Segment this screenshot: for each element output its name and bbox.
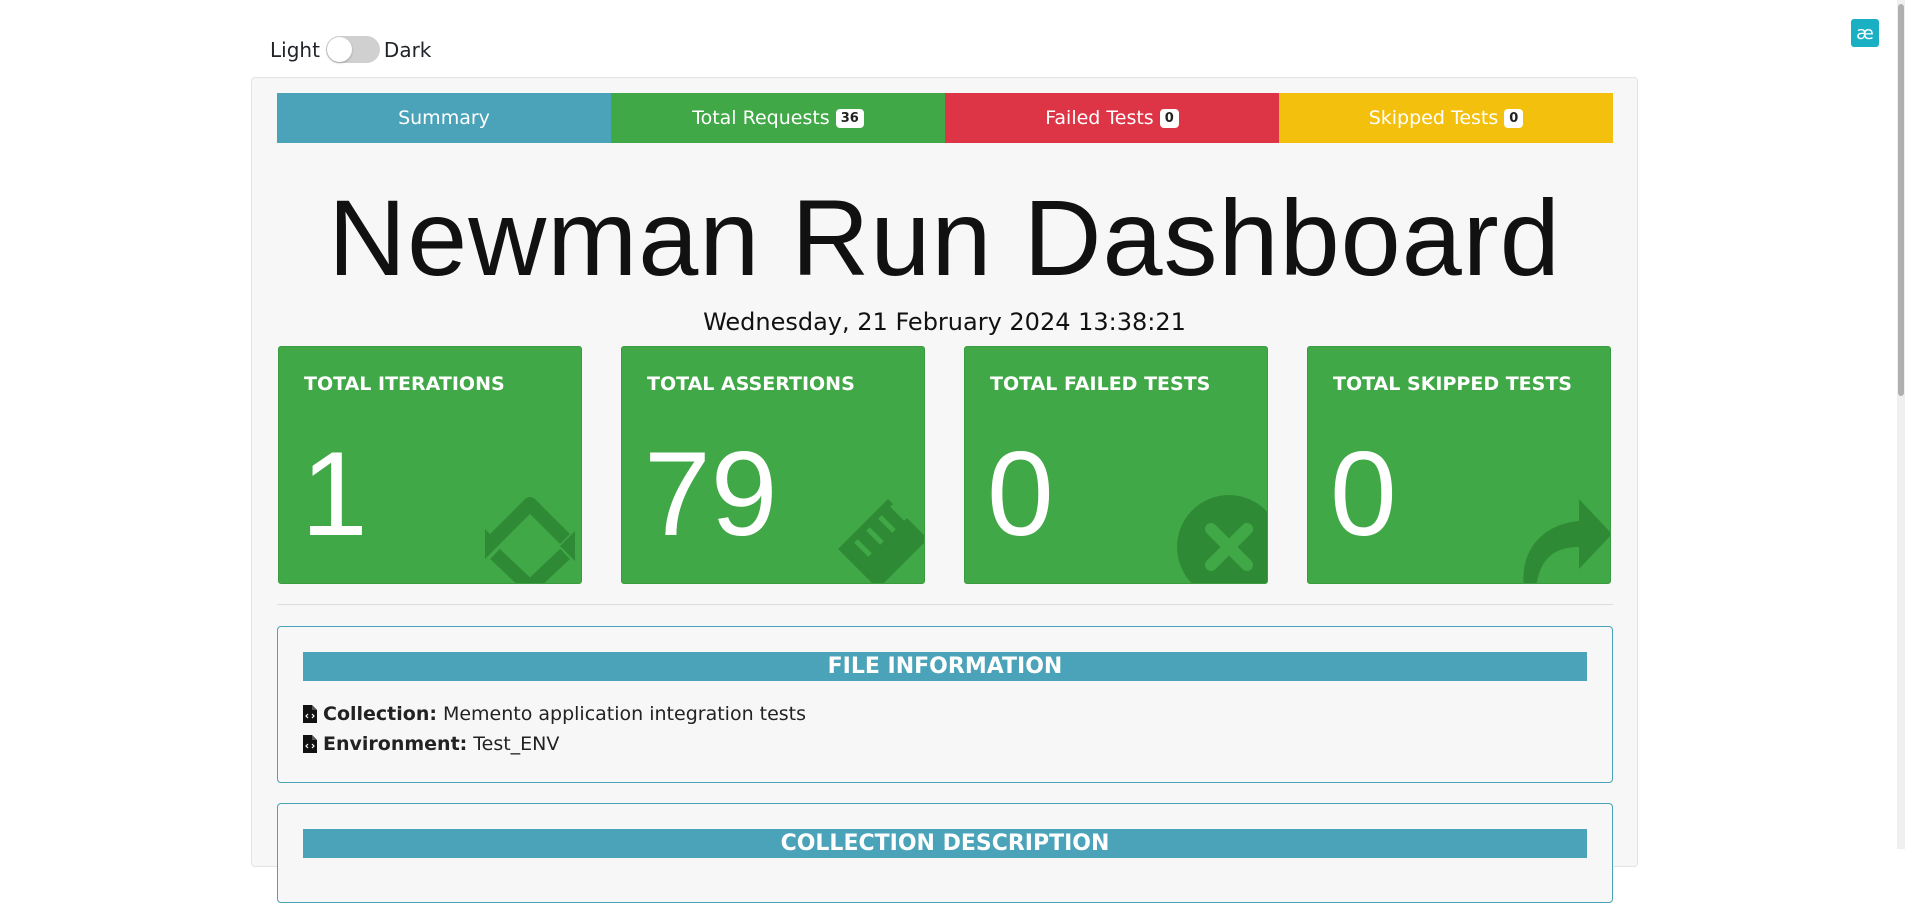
stat-value: 0 <box>987 427 1054 561</box>
tab-skipped-tests-label: Skipped Tests <box>1368 107 1499 129</box>
collection-description-panel: COLLECTION DESCRIPTION <box>277 803 1613 903</box>
refresh-icon <box>485 497 575 583</box>
tab-skipped-tests[interactable]: Skipped Tests 0 <box>1279 93 1613 143</box>
switch-knob <box>326 37 352 62</box>
light-label: Light <box>270 37 320 62</box>
page-title: Newman Run Dashboard <box>328 177 1561 298</box>
total-requests-badge: 36 <box>835 108 864 128</box>
file-code-icon <box>303 735 317 753</box>
nav-tabs: Summary Total Requests 36 Failed Tests 0… <box>277 93 1613 143</box>
failed-tests-badge: 0 <box>1159 108 1179 128</box>
tab-summary-label: Summary <box>398 107 490 129</box>
stat-card-total-skipped-tests: TOTAL SKIPPED TESTS 0 <box>1307 346 1611 584</box>
stat-label: TOTAL FAILED TESTS <box>990 373 1211 395</box>
stat-value: 79 <box>644 427 778 561</box>
scrollbar[interactable] <box>1897 0 1905 849</box>
run-date: Wednesday, 21 February 2024 13:38:21 <box>703 308 1186 336</box>
collection-label: Collection: <box>323 703 437 725</box>
tab-summary[interactable]: Summary <box>277 93 611 143</box>
tab-failed-tests[interactable]: Failed Tests 0 <box>945 93 1279 143</box>
dark-label: Dark <box>383 37 432 62</box>
app-logo-icon[interactable]: æ <box>1851 19 1879 47</box>
dashboard-container: Summary Total Requests 36 Failed Tests 0… <box>251 77 1638 903</box>
stat-card-total-iterations: TOTAL ITERATIONS 1 <box>278 346 582 584</box>
stat-label: TOTAL ASSERTIONS <box>647 373 855 395</box>
tab-total-requests[interactable]: Total Requests 36 <box>611 93 945 143</box>
times-circle-icon <box>1177 495 1267 583</box>
ruler-icon <box>838 499 924 583</box>
stat-value: 1 <box>301 427 368 561</box>
stat-card-total-assertions: TOTAL ASSERTIONS 79 <box>621 346 925 584</box>
app-logo-glyph: æ <box>1856 22 1874 44</box>
theme-switch[interactable] <box>325 36 380 63</box>
file-code-icon <box>303 705 317 723</box>
skipped-tests-badge: 0 <box>1504 108 1524 128</box>
stat-label: TOTAL ITERATIONS <box>304 373 505 395</box>
share-arrow-icon <box>1523 499 1610 583</box>
environment-label: Environment: <box>323 733 468 755</box>
collection-row: Collection: Memento application integrat… <box>303 699 806 729</box>
tab-total-requests-label: Total Requests <box>692 107 830 129</box>
theme-toggle: Light Dark <box>270 36 431 63</box>
collection-value: Memento application integration tests <box>442 703 807 725</box>
stat-label: TOTAL SKIPPED TESTS <box>1333 373 1572 395</box>
collection-description-header: COLLECTION DESCRIPTION <box>303 829 1587 858</box>
file-information-panel: FILE INFORMATION Collection: Memento app… <box>277 626 1613 783</box>
scrollbar-thumb[interactable] <box>1898 4 1904 396</box>
section-divider <box>277 604 1613 605</box>
environment-value: Test_ENV <box>473 733 560 755</box>
stat-value: 0 <box>1330 427 1397 561</box>
stat-card-total-failed-tests: TOTAL FAILED TESTS 0 <box>964 346 1268 584</box>
environment-row: Environment: Test_ENV <box>303 729 806 759</box>
file-information-header: FILE INFORMATION <box>303 652 1587 681</box>
tab-failed-tests-label: Failed Tests <box>1045 107 1154 129</box>
